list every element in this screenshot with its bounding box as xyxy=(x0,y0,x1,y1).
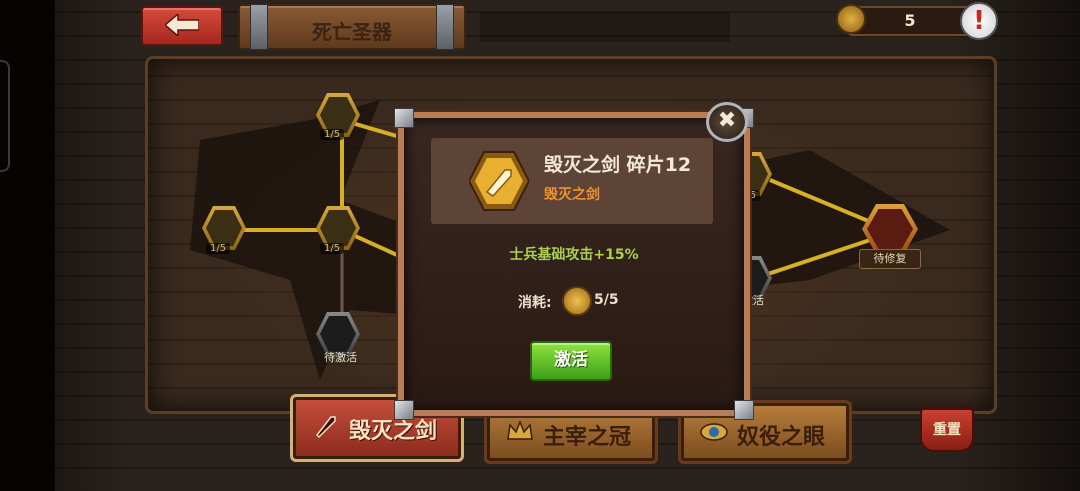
tab-label: 毁灭之剑 xyxy=(349,419,438,444)
sword-icon xyxy=(316,416,336,439)
page-title: 死亡圣器 xyxy=(312,20,392,44)
cost-value: 5/5 xyxy=(594,292,619,308)
dialog-corner xyxy=(394,108,414,128)
currency-counter: 5 xyxy=(848,6,972,36)
effect-text: 士兵基础攻击+15% xyxy=(509,247,639,263)
dialog-corner xyxy=(734,400,754,420)
skull-coin-icon xyxy=(562,286,592,316)
back-button[interactable] xyxy=(141,6,223,46)
repair-status: 待修复 xyxy=(859,249,921,269)
crown-icon xyxy=(507,419,533,440)
node-status: 待激活 xyxy=(324,351,357,364)
back-arrow-icon xyxy=(165,14,199,36)
node-progress: 1/5 xyxy=(206,243,231,254)
eye-icon xyxy=(700,423,728,441)
dialog-corner xyxy=(394,400,414,420)
top-bar-shade xyxy=(480,12,730,42)
title-plate: 死亡圣器 xyxy=(238,4,466,50)
repair-node[interactable] xyxy=(862,204,918,254)
cost-row: 消耗: 5/5 xyxy=(518,286,658,316)
exclamation-icon[interactable]: ! xyxy=(960,2,998,40)
skull-coin-icon xyxy=(836,4,866,34)
node-progress: 1/5 xyxy=(320,129,345,140)
sword-icon xyxy=(469,151,529,211)
tab-label: 主宰之冠 xyxy=(543,425,632,450)
currency-count: 5 xyxy=(904,11,916,30)
item-name: 毁灭之剑 碎片12 xyxy=(544,154,692,176)
item-set-name: 毁灭之剑 xyxy=(544,187,600,203)
game-screen: 死亡圣器 5 ! 1/5 1/5 1/5 待激活 激活 待修复 毁灭之剑 主宰之… xyxy=(0,0,1080,491)
cost-label: 消耗: xyxy=(518,295,552,311)
reset-button[interactable]: 重置 xyxy=(920,408,974,452)
device-notch xyxy=(0,60,10,172)
close-icon[interactable]: ✖ xyxy=(706,102,748,142)
fragment-dialog: 毁灭之剑 碎片12 毁灭之剑 士兵基础攻击+15% 消耗: 5/5 激活 xyxy=(394,108,754,420)
node-progress: 1/5 xyxy=(320,243,345,254)
item-header: 毁灭之剑 碎片12 毁灭之剑 xyxy=(431,138,713,224)
tab-label: 奴役之眼 xyxy=(737,425,826,450)
activate-button[interactable]: 激活 xyxy=(530,341,612,381)
